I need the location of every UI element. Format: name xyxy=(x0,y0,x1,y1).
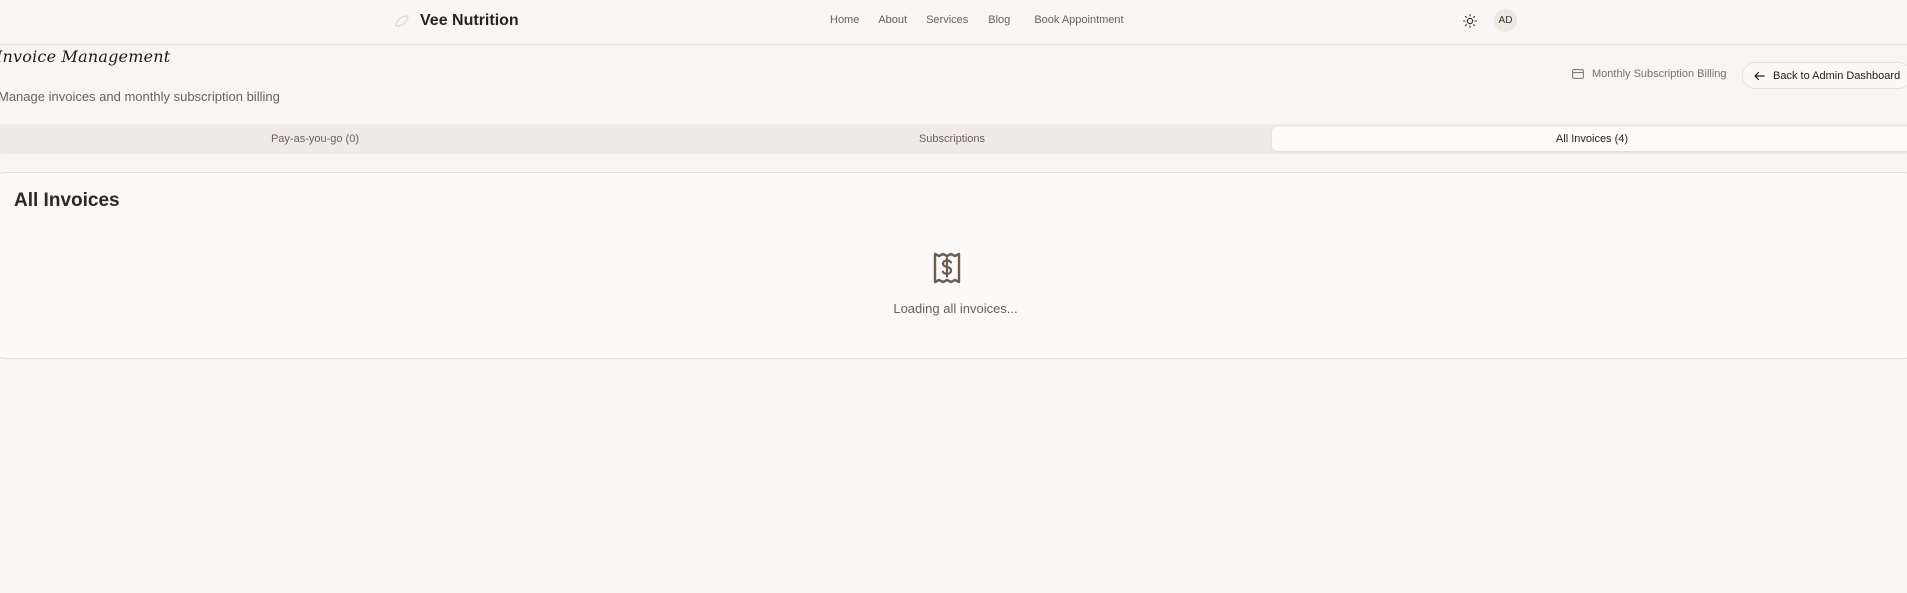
back-to-admin-dashboard-button[interactable]: Back to Admin Dashboard xyxy=(1742,62,1907,89)
top-navigation-bar: Vee Nutrition Home About Services Blog B… xyxy=(0,0,1907,45)
tab-all-invoices[interactable]: All Invoices (4) xyxy=(1272,127,1907,151)
loading-message: Loading all invoices... xyxy=(893,301,1018,316)
tab-pay-as-you-go[interactable]: Pay-as-you-go (0) xyxy=(0,127,632,151)
user-avatar[interactable]: AD xyxy=(1494,9,1517,32)
back-button-label: Back to Admin Dashboard xyxy=(1773,69,1901,82)
nav-blog-link[interactable]: Blog xyxy=(988,14,1010,26)
billing-link-label: Monthly Subscription Billing xyxy=(1592,68,1727,80)
sun-icon[interactable] xyxy=(1462,13,1478,29)
nav-book-appointment-link[interactable]: Book Appointment xyxy=(1034,14,1123,26)
receipt-dollar-icon xyxy=(933,252,961,284)
main-nav: Home About Services Blog Book Appointmen… xyxy=(830,14,1124,26)
brand[interactable]: Vee Nutrition xyxy=(394,12,519,30)
all-invoices-card: All Invoices Loading all invoices... xyxy=(0,172,1907,359)
nav-about-link[interactable]: About xyxy=(878,14,907,26)
monthly-subscription-billing-link[interactable]: Monthly Subscription Billing xyxy=(1572,68,1727,80)
nav-home-link[interactable]: Home xyxy=(830,14,859,26)
nav-services-link[interactable]: Services xyxy=(926,14,968,26)
tab-subscriptions[interactable]: Subscriptions xyxy=(632,127,1272,151)
leaf-icon xyxy=(395,15,409,27)
credit-card-icon xyxy=(1572,69,1584,79)
arrow-left-icon xyxy=(1754,71,1765,80)
card-title: All Invoices xyxy=(14,190,120,211)
page-title: Invoice Management xyxy=(0,47,171,66)
page-subtitle: Manage invoices and monthly subscription… xyxy=(0,89,280,104)
brand-name: Vee Nutrition xyxy=(420,12,519,29)
invoice-tabs: Pay-as-you-go (0) Subscriptions All Invo… xyxy=(0,124,1907,154)
